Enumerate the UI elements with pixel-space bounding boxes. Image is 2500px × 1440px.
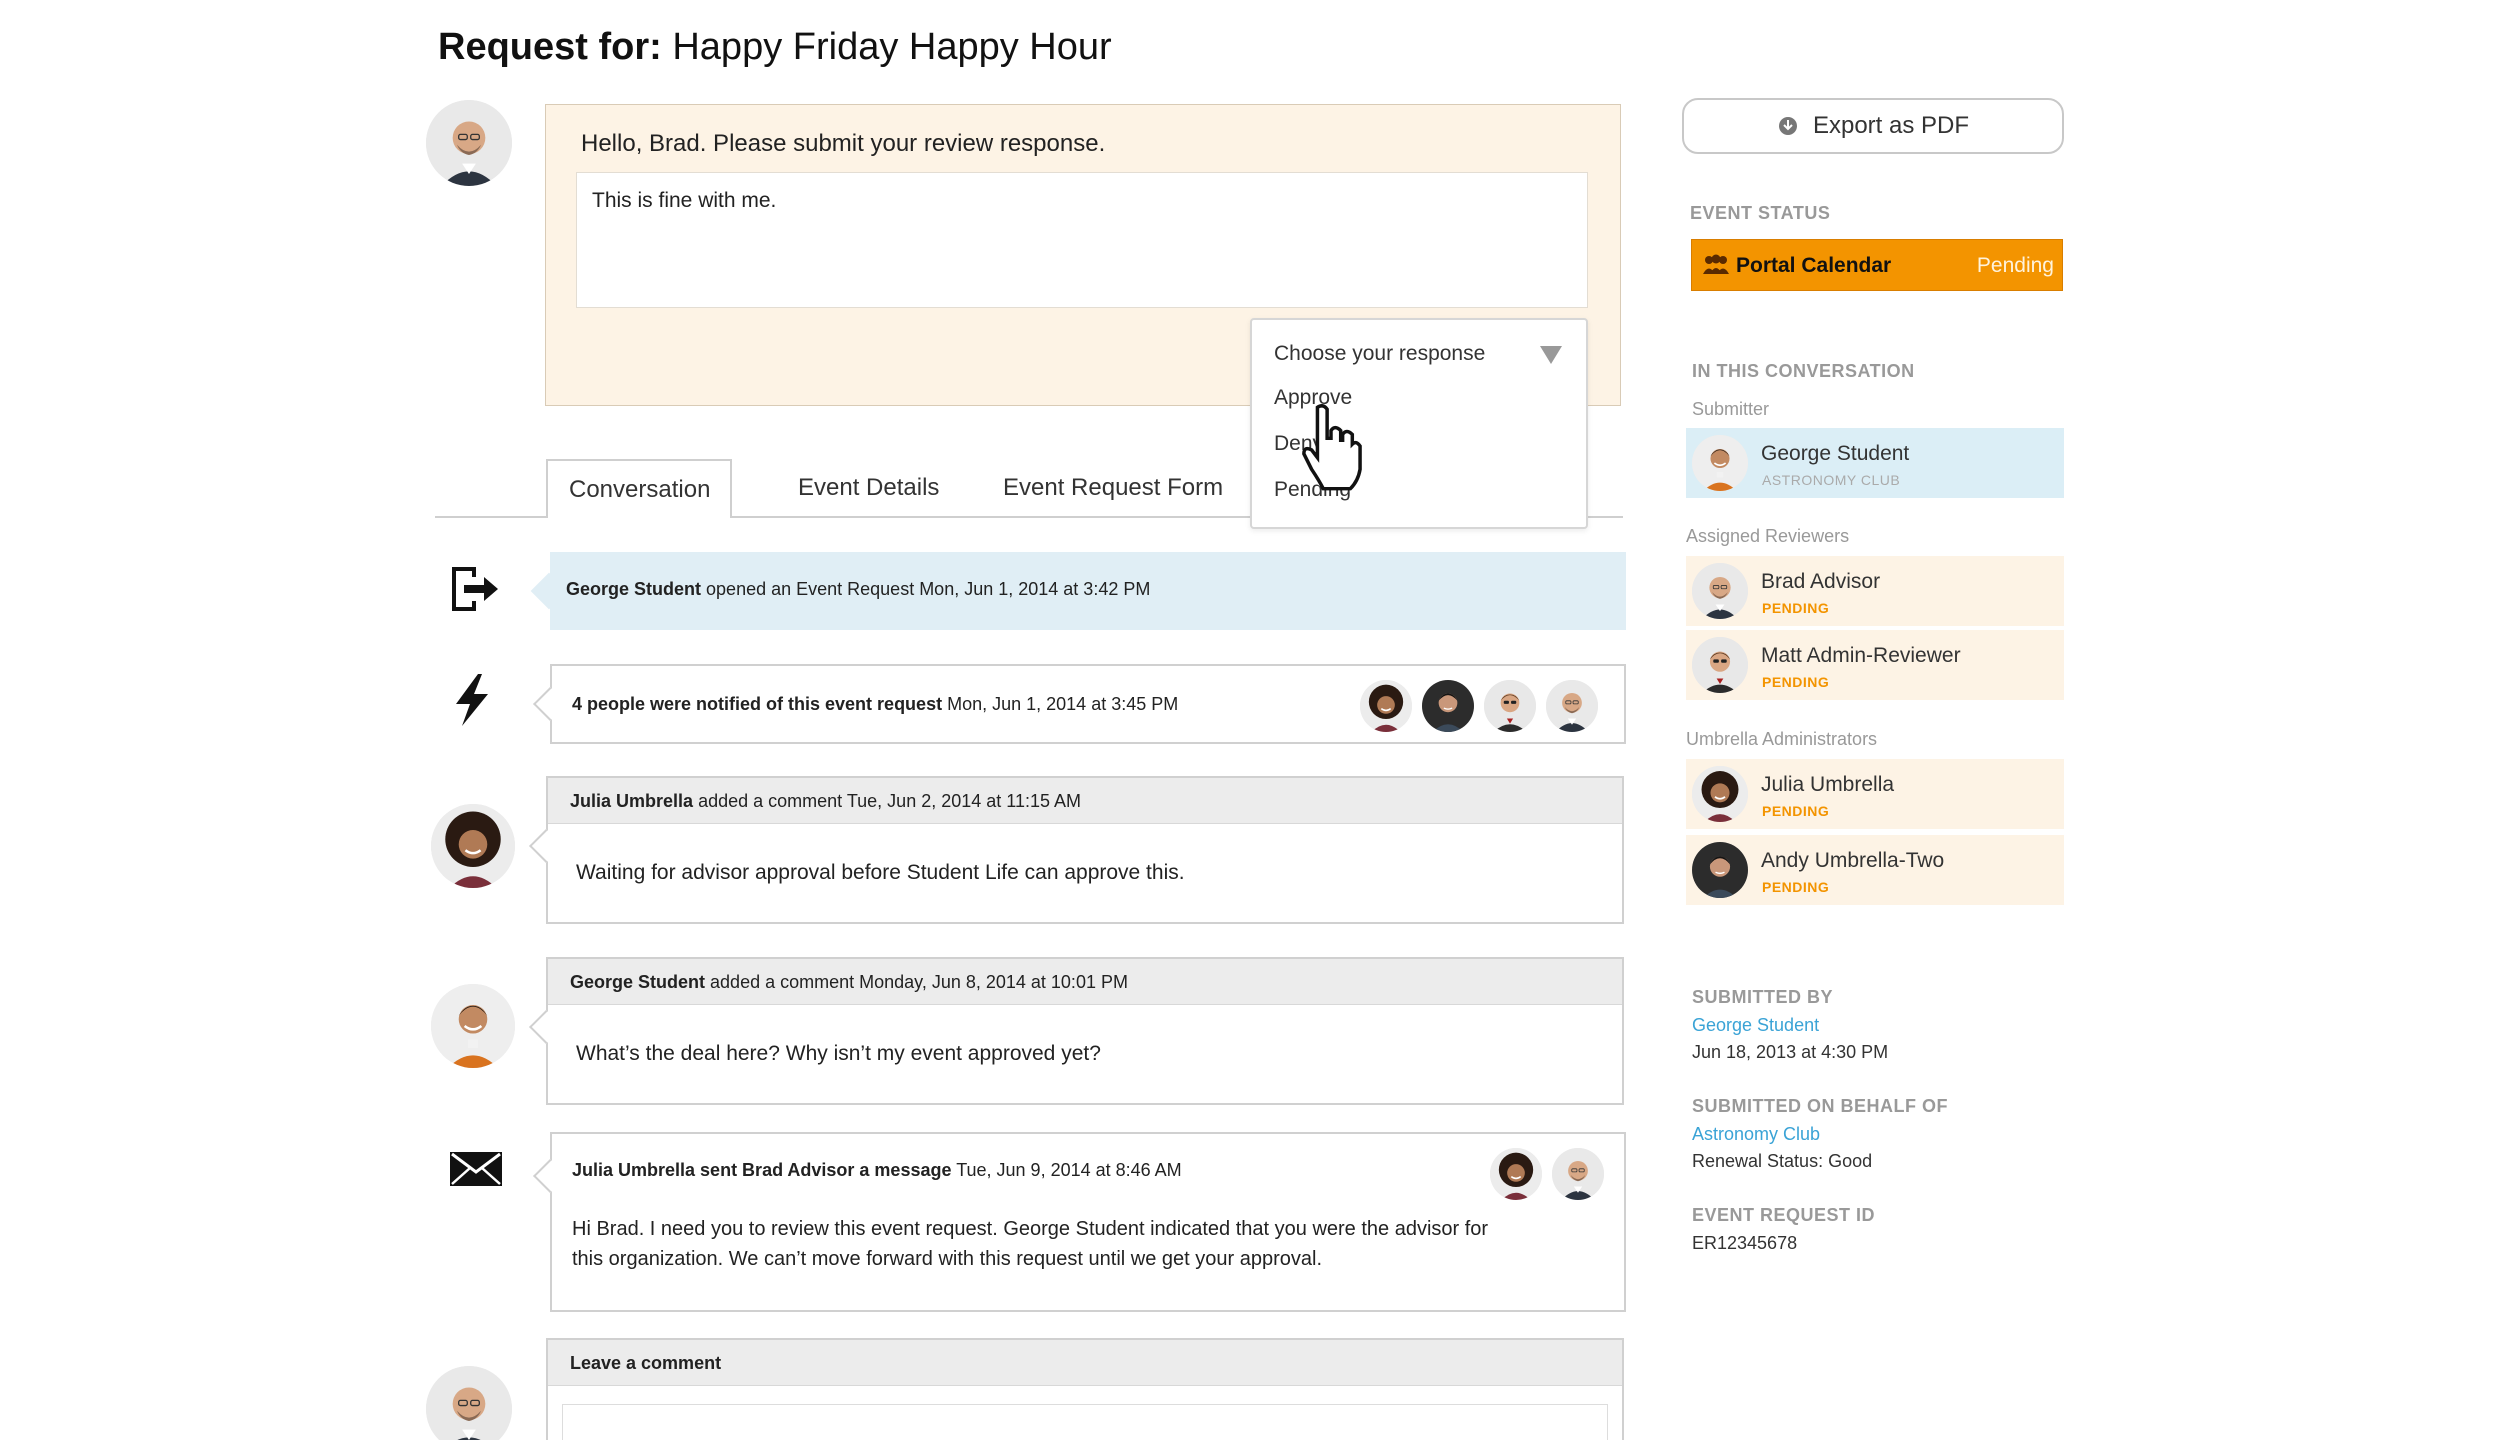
submitted-by-link[interactable]: George Student xyxy=(1692,1015,1819,1036)
request-name: Happy Friday Happy Hour xyxy=(672,26,1112,68)
page-title: Request for: Happy Friday Happy Hour xyxy=(438,26,1112,69)
message-meta: Tue, Jun 9, 2014 at 8:46 AM xyxy=(956,1160,1182,1180)
participant-submitter[interactable]: George Student ASTRONOMY CLUB xyxy=(1686,428,2064,498)
message-summary: Julia Umbrella sent Brad Advisor a messa… xyxy=(572,1160,952,1180)
export-pdf-label: Export as PDF xyxy=(1812,112,1970,139)
current-user-avatar xyxy=(426,100,512,186)
behalf-org-link[interactable]: Astronomy Club xyxy=(1692,1124,1820,1145)
pdf-icon xyxy=(1778,117,1797,135)
admins-label: Umbrella Administrators xyxy=(1686,729,1878,749)
participant-admin[interactable]: Julia Umbrella PENDING xyxy=(1686,759,2064,829)
notified-avatar-andy[interactable] xyxy=(1422,680,1474,732)
participant-name: Andy Umbrella-Two xyxy=(1761,849,1945,872)
comment-header: George Student added a comment Monday, J… xyxy=(548,959,1622,1005)
chevron-down-icon[interactable] xyxy=(1540,346,1562,364)
admin-avatar xyxy=(1692,766,1748,822)
response-dropdown-placeholder: Choose your response xyxy=(1274,342,1486,365)
notification-text: 4 people were notified of this event req… xyxy=(572,694,1178,715)
comment-card: George Student added a comment Monday, J… xyxy=(529,957,1624,1105)
message-body: Hi Brad. I need you to review this event… xyxy=(572,1214,1488,1274)
participant-status: PENDING xyxy=(1762,803,1830,819)
notified-avatar-julia[interactable] xyxy=(1360,680,1412,732)
participant-name: Matt Admin-Reviewer xyxy=(1761,644,1961,667)
comment-input[interactable] xyxy=(562,1404,1608,1440)
comment-meta: added a comment Monday, Jun 8, 2014 at 1… xyxy=(710,972,1128,992)
admin-avatar xyxy=(1692,842,1748,898)
event-opened-card: George Student opened an Event Request M… xyxy=(530,552,1626,630)
participant-reviewer[interactable]: Matt Admin-Reviewer PENDING xyxy=(1686,630,2064,700)
review-response-textarea[interactable]: This is fine with me. xyxy=(576,172,1588,308)
participant-status: PENDING xyxy=(1762,879,1830,895)
lightning-icon xyxy=(456,674,488,726)
participant-name: Brad Advisor xyxy=(1761,570,1881,593)
group-icon xyxy=(1703,254,1729,274)
comment-body: What’s the deal here? Why isn’t my event… xyxy=(576,1042,1101,1065)
message-body-line: this organization. We can’t move forward… xyxy=(572,1248,1322,1270)
submitter-label: Submitter xyxy=(1692,399,1770,419)
calendar-status: Pending xyxy=(1976,254,2054,277)
comment-body: Waiting for advisor approval before Stud… xyxy=(576,861,1185,884)
conversation-heading: IN THIS CONVERSATION xyxy=(1692,361,1915,381)
participant-admin[interactable]: Andy Umbrella-Two PENDING xyxy=(1686,835,2064,905)
participant-name: George Student xyxy=(1761,442,1910,465)
current-user-avatar xyxy=(426,1366,512,1440)
message-sender-avatar[interactable] xyxy=(1490,1148,1542,1200)
leave-comment-header: Leave a comment xyxy=(548,1340,1622,1386)
tab-event-request-form[interactable]: Event Request Form xyxy=(1003,474,1223,502)
title-prefix: Request for: xyxy=(438,26,662,68)
participant-org: ASTRONOMY CLUB xyxy=(1762,472,1901,488)
reviewers-label: Assigned Reviewers xyxy=(1686,526,1850,546)
participant-status: PENDING xyxy=(1762,600,1830,616)
notified-avatar-brad[interactable] xyxy=(1546,680,1598,732)
behalf-heading: SUBMITTED ON BEHALF OF xyxy=(1692,1096,1948,1116)
opened-by: George Student xyxy=(566,579,702,599)
comment-author-avatar xyxy=(431,984,515,1068)
hand-cursor-icon xyxy=(1302,404,1362,491)
export-pdf-button[interactable]: Export as PDF xyxy=(1682,98,2064,154)
participant-reviewer[interactable]: Brad Advisor PENDING xyxy=(1686,556,2064,626)
event-opened-text: George Student opened an Event Request M… xyxy=(566,579,1150,600)
open-request-icon xyxy=(452,567,498,611)
submitted-by-heading: SUBMITTED BY xyxy=(1692,987,1833,1007)
calendar-status-row[interactable]: Portal Calendar Pending xyxy=(1691,239,2063,291)
comment-author: Julia Umbrella xyxy=(570,791,694,811)
comment-author: George Student xyxy=(570,972,706,992)
reviewer-avatar xyxy=(1692,637,1748,693)
envelope-icon xyxy=(450,1152,502,1186)
notification-count: 4 people were notified of this event req… xyxy=(572,694,943,714)
message-header: Julia Umbrella sent Brad Advisor a messa… xyxy=(572,1160,1182,1181)
tab-event-details[interactable]: Event Details xyxy=(798,474,939,502)
notified-avatar-matt[interactable] xyxy=(1484,680,1536,732)
tab-conversation[interactable]: Conversation xyxy=(546,459,732,518)
comment-meta: added a comment Tue, Jun 2, 2014 at 11:1… xyxy=(698,791,1081,811)
notification-card: 4 people were notified of this event req… xyxy=(533,664,1626,744)
comment-author-avatar xyxy=(431,804,515,888)
request-id: ER12345678 xyxy=(1692,1233,1798,1253)
request-id-heading: EVENT REQUEST ID xyxy=(1692,1205,1876,1225)
comment-header: Julia Umbrella added a comment Tue, Jun … xyxy=(548,778,1622,824)
participant-status: PENDING xyxy=(1762,674,1830,690)
tab-conversation-label: Conversation xyxy=(569,476,711,503)
message-recipient-avatar[interactable] xyxy=(1552,1148,1604,1200)
review-prompt: Hello, Brad. Please submit your review r… xyxy=(581,130,1106,157)
leave-comment-label: Leave a comment xyxy=(570,1353,722,1373)
opened-meta: opened an Event Request Mon, Jun 1, 2014… xyxy=(706,579,1151,599)
message-card: Julia Umbrella sent Brad Advisor a messa… xyxy=(533,1132,1626,1312)
message-body-line: Hi Brad. I need you to review this event… xyxy=(572,1218,1489,1240)
submitter-avatar xyxy=(1692,435,1748,491)
comment-card: Julia Umbrella added a comment Tue, Jun … xyxy=(529,776,1624,924)
participant-name: Julia Umbrella xyxy=(1761,773,1895,796)
notification-meta: Mon, Jun 1, 2014 at 3:45 PM xyxy=(947,694,1179,714)
submitted-date: Jun 18, 2013 at 4:30 PM xyxy=(1692,1042,1889,1062)
calendar-name: Portal Calendar xyxy=(1736,254,1892,277)
renewal-status: Renewal Status: Good xyxy=(1692,1151,1873,1171)
event-status-heading: EVENT STATUS xyxy=(1690,203,1831,223)
reviewer-avatar xyxy=(1692,563,1748,619)
